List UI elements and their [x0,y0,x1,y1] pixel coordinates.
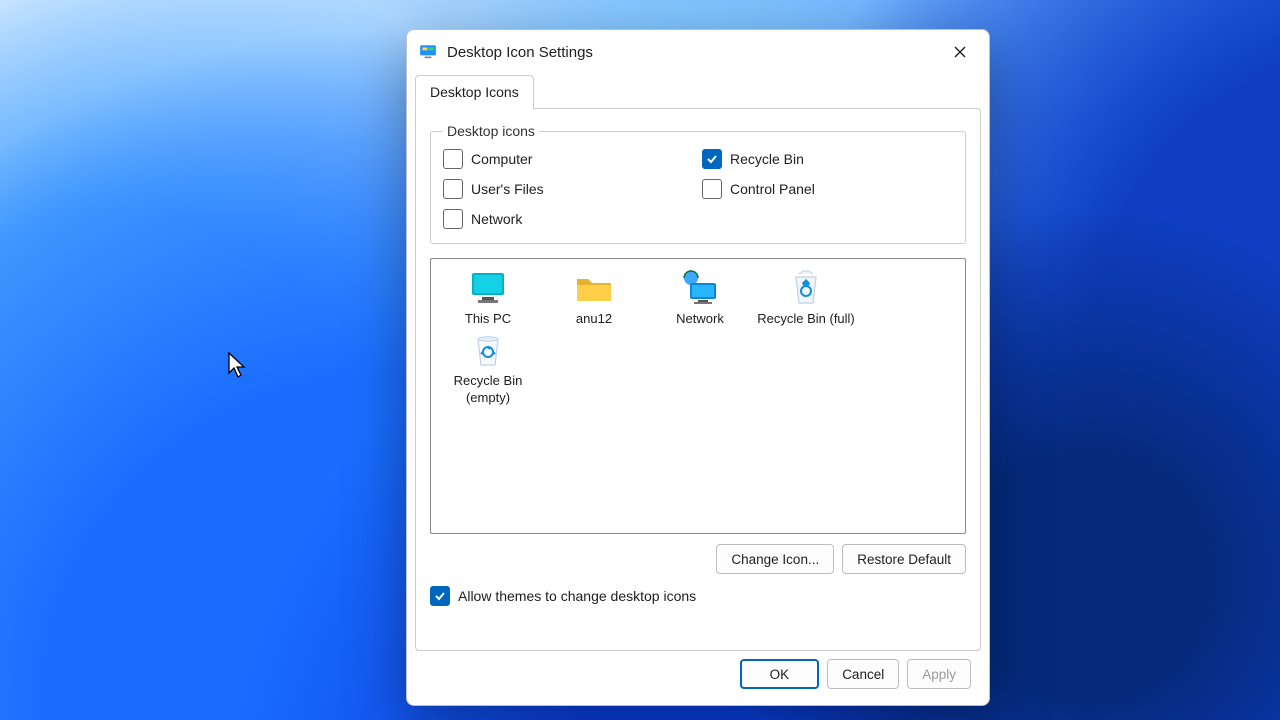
icon-item-user-folder[interactable]: anu12 [541,269,647,327]
desktop-icon-settings-dialog: Desktop Icon Settings Desktop Icons Desk… [406,29,990,706]
this-pc-icon [468,269,508,307]
icon-label: Recycle Bin (full) [757,311,855,327]
cancel-button[interactable]: Cancel [827,659,899,689]
checkbox-allow-themes[interactable]: Allow themes to change desktop icons [430,586,966,606]
icon-label: anu12 [576,311,612,327]
checkbox-label: User's Files [471,181,544,197]
group-legend: Desktop icons [443,123,539,139]
checkbox-recycle-bin[interactable]: Recycle Bin [702,149,953,169]
icon-item-this-pc[interactable]: This PC [435,269,541,327]
icon-label: Network [676,311,724,327]
ok-button[interactable]: OK [740,659,820,689]
checkbox-label: Allow themes to change desktop icons [458,588,696,604]
checkbox-users-files[interactable]: User's Files [443,179,694,199]
folder-icon [574,269,614,307]
icon-item-recycle-bin-empty[interactable]: Recycle Bin (empty) [435,331,541,406]
dialog-button-row: OK Cancel Apply [407,659,989,705]
tab-bar: Desktop Icons [407,74,989,108]
icon-preview-list[interactable]: This PC anu12 Network Recycle Bin (full) [430,258,966,534]
close-icon [954,46,966,58]
icon-label: Recycle Bin (empty) [435,373,541,406]
apply-button[interactable]: Apply [907,659,971,689]
checkbox-label: Control Panel [730,181,815,197]
titlebar[interactable]: Desktop Icon Settings [407,30,989,74]
recycle-bin-full-icon [786,269,826,307]
tab-panel: Desktop icons Computer Recycle Bin User'… [415,108,981,651]
change-icon-button[interactable]: Change Icon... [716,544,834,574]
checkbox-label: Recycle Bin [730,151,804,167]
checkbox-label: Computer [471,151,532,167]
tab-desktop-icons[interactable]: Desktop Icons [415,75,534,109]
app-icon [419,43,437,61]
checkbox-label: Network [471,211,522,227]
checkbox-computer[interactable]: Computer [443,149,694,169]
desktop-icons-group: Desktop icons Computer Recycle Bin User'… [430,123,966,244]
checkbox-control-panel[interactable]: Control Panel [702,179,953,199]
window-title: Desktop Icon Settings [447,44,937,61]
cursor-icon [228,352,248,380]
icon-item-recycle-bin-full[interactable]: Recycle Bin (full) [753,269,859,327]
restore-default-button[interactable]: Restore Default [842,544,966,574]
checkbox-network[interactable]: Network [443,209,694,229]
network-icon [680,269,720,307]
icon-item-network[interactable]: Network [647,269,753,327]
close-button[interactable] [937,36,983,68]
recycle-bin-empty-icon [468,331,508,369]
icon-label: This PC [465,311,511,327]
